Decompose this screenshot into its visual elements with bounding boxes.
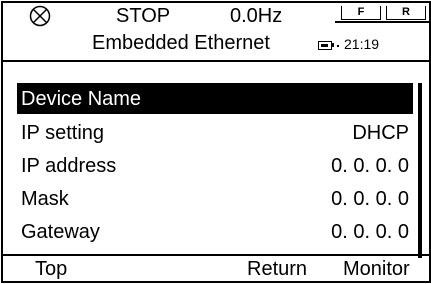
circle-x-icon (29, 5, 51, 27)
menu-item-value: DHCP (352, 122, 409, 144)
menu-item-label: Mask (21, 188, 69, 210)
menu-item-label: IP setting (21, 122, 105, 144)
battery-icon (318, 41, 332, 50)
separator-dot (337, 45, 339, 47)
menu-item-label: Gateway (21, 221, 100, 243)
battery-tip (332, 43, 334, 47)
menu-item-ip-address[interactable]: IP address 0. 0. 0. 0 (17, 150, 413, 181)
menu-item-label: IP address (21, 155, 117, 177)
menu-item-ip-setting[interactable]: IP setting DHCP (17, 117, 413, 148)
menu-item-value: 0. 0. 0. 0 (331, 188, 409, 210)
menu-list: Device Name IP setting DHCP IP address 0… (3, 60, 429, 258)
output-frequency: 0.0Hz (230, 5, 283, 27)
reverse-indicator: R (386, 6, 426, 20)
menu-item-label: Device Name (21, 88, 142, 110)
lcd-screen: STOP 0.0Hz F R Embedded Ethernet 21:19 D… (1, 1, 431, 283)
forward-indicator: F (341, 6, 381, 20)
status-divider (335, 21, 429, 23)
function-key-bar: Top Return Monitor (3, 254, 429, 283)
clock-time: 21:19 (344, 36, 380, 52)
page-title: Embedded Ethernet (92, 32, 270, 54)
menu-item-value: 0. 0. 0. 0 (331, 221, 409, 243)
scrollbar[interactable] (418, 83, 422, 258)
drive-state: STOP (116, 5, 171, 27)
top-softkey[interactable]: Top (35, 259, 67, 279)
scrollbar-thumb[interactable] (419, 84, 421, 257)
status-bar: STOP 0.0Hz F R (3, 3, 429, 29)
menu-item-device-name[interactable]: Device Name (17, 83, 413, 114)
menu-item-gateway[interactable]: Gateway 0. 0. 0. 0 (17, 216, 413, 247)
menu-item-mask[interactable]: Mask 0. 0. 0. 0 (17, 183, 413, 214)
menu-item-value: 0. 0. 0. 0 (331, 155, 409, 177)
monitor-softkey[interactable]: Monitor (343, 259, 410, 279)
return-softkey[interactable]: Return (247, 259, 307, 279)
